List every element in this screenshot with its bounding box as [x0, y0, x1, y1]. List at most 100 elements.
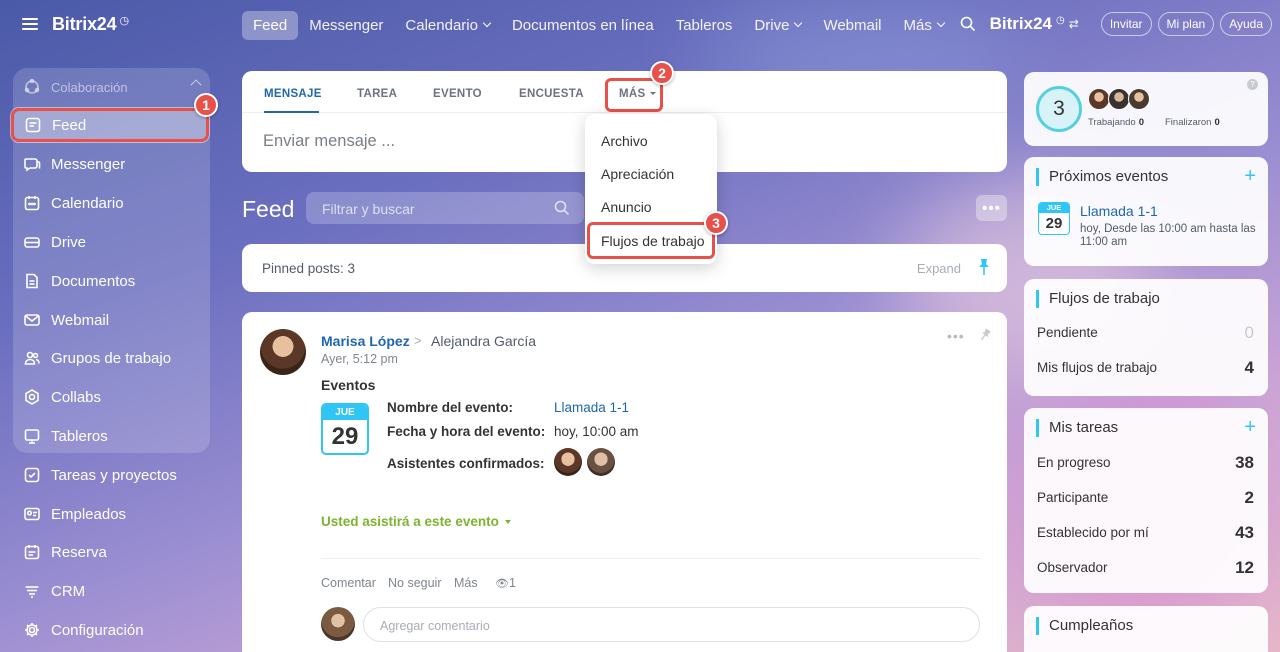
collaboration-group-header[interactable]: Colaboración [13, 69, 210, 105]
widget-title[interactable]: Mis tareas [1036, 419, 1118, 437]
sidebar-item-tasks[interactable]: Tareas y proyectos [13, 457, 210, 493]
sidebar-item-collabs[interactable]: Collabs [13, 379, 210, 415]
sidebar-item-label: Empleados [51, 505, 127, 523]
avatar [1108, 88, 1130, 110]
invite-button[interactable]: Invitar [1100, 12, 1152, 36]
brand-logo[interactable]: Bitrix24 ◷ [22, 12, 129, 36]
sidebar-item-label: Collabs [51, 388, 102, 406]
workflow-row-value[interactable]: 0 [1245, 323, 1254, 343]
topnav-webmail[interactable]: Webmail [812, 11, 892, 40]
filter-search-input[interactable]: Filtrar y buscar [306, 192, 584, 224]
topnav-label: Más [903, 16, 932, 34]
document-icon [23, 272, 41, 290]
add-task-icon[interactable]: + [1244, 416, 1256, 439]
task-row-label[interactable]: Observador [1037, 560, 1108, 575]
avatar[interactable] [554, 448, 582, 476]
sidebar-item-label: CRM [51, 582, 86, 600]
my-plan-button[interactable]: Mi plan [1157, 12, 1215, 36]
topnav-boards[interactable]: Tableros [665, 11, 744, 40]
sidebar-item-settings[interactable]: Configuración [13, 612, 210, 648]
chevron-up-icon[interactable] [190, 79, 202, 91]
workflow-row-label[interactable]: Mis flujos de trabajo [1037, 360, 1157, 375]
post-time[interactable]: Ayer, 5:12 pm [321, 352, 398, 366]
message-input[interactable]: Enviar mensaje ... [263, 132, 395, 151]
topnav-more[interactable]: Más [893, 11, 955, 40]
sidebar-item-employees[interactable]: Empleados [13, 496, 210, 532]
avatar [1088, 88, 1110, 110]
sidebar-item-label: Documentos [51, 272, 136, 290]
sidebar-item-feed[interactable]: Feed [11, 108, 209, 142]
widget-title[interactable]: Flujos de trabajo [1036, 290, 1160, 308]
workflow-row-label[interactable]: Pendiente [1037, 325, 1098, 340]
sidebar-item-booking[interactable]: Reserva [13, 534, 210, 570]
post-menu-button[interactable]: ••• [947, 328, 965, 344]
more-link[interactable]: Más [454, 576, 478, 590]
task-row-value[interactable]: 43 [1235, 523, 1254, 543]
finished-count: 0 [1214, 117, 1220, 128]
switch-icon[interactable]: ⇄ [1069, 17, 1079, 31]
post-recipient[interactable]: Alejandra García [431, 333, 536, 349]
avatar [321, 607, 355, 641]
search-icon[interactable] [554, 200, 570, 216]
help-icon[interactable]: ? [1247, 79, 1258, 90]
task-row-value[interactable]: 38 [1235, 453, 1254, 473]
sidebar-item-label: Tableros [51, 427, 108, 445]
tab-poll[interactable]: ENCUESTA [519, 88, 584, 100]
more-options-button[interactable]: ••• [976, 195, 1007, 221]
menu-item-file[interactable]: Archivo [601, 133, 648, 149]
sidebar-item-crm[interactable]: CRM [13, 573, 210, 609]
event-name-link[interactable]: Llamada 1-1 [554, 400, 629, 415]
topnav-feed[interactable]: Feed [242, 10, 299, 40]
menu-item-announcement[interactable]: Anuncio [601, 199, 652, 215]
tab-message[interactable]: MENSAJE [264, 88, 322, 100]
task-row-value[interactable]: 2 [1245, 488, 1254, 508]
topnav-messenger[interactable]: Messenger [298, 11, 394, 40]
topnav-label: Calendario [405, 16, 478, 34]
add-event-icon[interactable]: + [1244, 165, 1256, 188]
comment-input[interactable]: Agregar comentario [363, 607, 980, 642]
sidebar-item-messenger[interactable]: Messenger [13, 146, 210, 182]
avatar[interactable] [587, 448, 615, 476]
working-count: 0 [1138, 117, 1145, 128]
sidebar-item-label: Drive [51, 233, 87, 251]
tab-task[interactable]: TAREA [357, 88, 397, 100]
calendar-date-icon: JUE 29 [1038, 202, 1070, 235]
menu-item-appreciation[interactable]: Apreciación [601, 166, 674, 182]
topnav-online-documents[interactable]: Documentos en línea [501, 11, 665, 40]
sidebar-item-workgroups[interactable]: Grupos de trabajo [13, 340, 210, 376]
pin-icon[interactable] [976, 326, 994, 344]
widget-title[interactable]: Próximos eventos [1036, 168, 1168, 186]
sidebar-item-label: Messenger [51, 155, 126, 173]
chat-icon [23, 155, 41, 173]
task-row-label[interactable]: En progreso [1037, 455, 1111, 470]
tab-event[interactable]: EVENTO [433, 88, 482, 100]
workflow-row-value[interactable]: 4 [1245, 358, 1254, 378]
calendar-icon [23, 194, 41, 212]
sidebar-item-calendar[interactable]: Calendario [13, 185, 210, 221]
sidebar-item-drive[interactable]: Drive [13, 224, 210, 260]
unfollow-link[interactable]: No seguir [388, 576, 442, 590]
avatar[interactable] [260, 329, 306, 375]
expand-link[interactable]: Expand [917, 261, 961, 276]
help-button[interactable]: Ayuda [1220, 12, 1272, 36]
presence-widget[interactable]: 3 Trabajando 0 Finalizaron 0 ? [1024, 72, 1268, 146]
task-row-value[interactable]: 12 [1235, 558, 1254, 578]
topnav-drive[interactable]: Drive [743, 11, 812, 40]
attendance-status-button[interactable]: Usted asistirá a este evento [321, 514, 511, 529]
pin-icon[interactable] [977, 258, 991, 276]
task-row-label[interactable]: Establecido por mí [1037, 525, 1149, 540]
sidebar-item-documents[interactable]: Documentos [13, 263, 210, 299]
comment-link[interactable]: Comentar [321, 576, 376, 590]
post-author[interactable]: Marisa López [321, 333, 410, 349]
menu-icon[interactable] [22, 18, 38, 30]
search-icon[interactable] [960, 16, 976, 32]
drive-icon [23, 233, 41, 251]
topnav-calendar[interactable]: Calendario [394, 11, 501, 40]
sidebar-item-boards[interactable]: Tableros [13, 418, 210, 454]
task-row-label[interactable]: Participante [1037, 490, 1108, 505]
sidebar-item-webmail[interactable]: Webmail [13, 302, 210, 338]
event-link[interactable]: Llamada 1-1 [1080, 203, 1158, 219]
employees-icon [23, 505, 41, 523]
collaboration-icon [23, 78, 41, 96]
widget-title[interactable]: Cumpleaños [1036, 617, 1133, 635]
